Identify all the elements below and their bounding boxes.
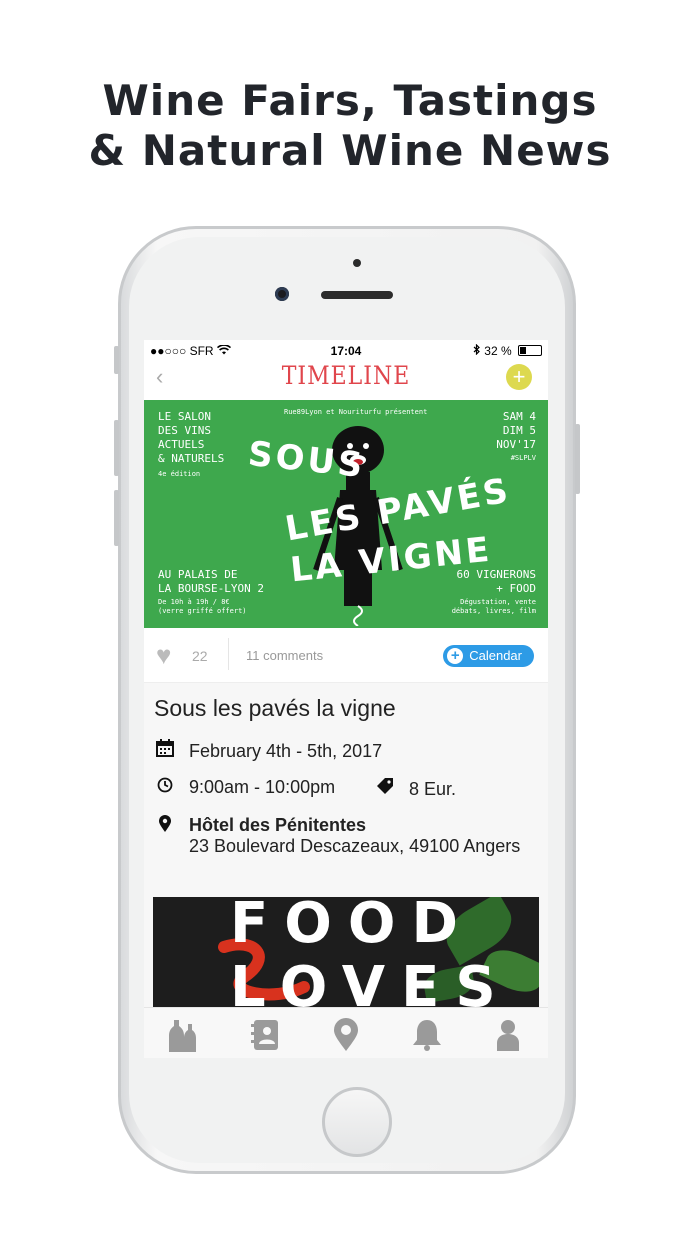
- add-to-calendar-button[interactable]: + Calendar: [443, 645, 534, 667]
- event-date-row: February 4th - 5th, 2017: [154, 739, 382, 762]
- volume-up-button: [114, 420, 119, 476]
- app-screen: ●●○○○ SFR 17:04 32 % ‹ TIMELINE + LE SAL…: [144, 340, 548, 1058]
- next-post-title-line-1: FOOD: [230, 897, 474, 956]
- add-button[interactable]: +: [506, 364, 532, 390]
- event-price: 8 Eur.: [409, 779, 457, 799]
- event-title: Sous les pavés la vigne: [154, 695, 396, 721]
- wine-bottles-icon: [169, 1020, 196, 1052]
- status-bar: ●●○○○ SFR 17:04 32 %: [144, 340, 548, 362]
- poster-presenters: Rue89Lyon et Nouriturfu présentent: [284, 408, 428, 416]
- battery-icon: [518, 345, 542, 356]
- venue-name: Hôtel des Pénitentes: [189, 815, 367, 835]
- home-button[interactable]: [322, 1087, 392, 1157]
- headline-line-1: Wine Fairs, Tastings: [102, 76, 598, 125]
- event-location: Hôtel des Pénitentes 23 Boulevard Descaz…: [189, 815, 520, 857]
- event-date: February 4th - 5th, 2017: [189, 741, 383, 761]
- tab-wines[interactable]: [164, 1018, 204, 1052]
- calendar-icon: [154, 739, 176, 762]
- tab-contacts[interactable]: [245, 1018, 285, 1050]
- volume-down-button: [114, 490, 119, 546]
- image-border-right: [539, 897, 548, 1009]
- tab-bar: [144, 1007, 548, 1058]
- address-book-icon: [251, 1020, 278, 1050]
- map-pin-icon: [334, 1018, 358, 1051]
- poster-activities: Dégustation, vente débats, livres, film: [451, 598, 536, 615]
- tab-notifications[interactable]: [407, 1018, 447, 1051]
- front-camera: [275, 287, 289, 301]
- bell-icon: [413, 1020, 441, 1051]
- headline: Wine Fairs, Tastings & Natural Wine News: [0, 76, 700, 176]
- power-button: [575, 424, 580, 494]
- venue-address: 23 Boulevard Descazeaux, 49100 Angers: [189, 836, 521, 856]
- status-right: 32 %: [473, 343, 542, 358]
- event-poster-image[interactable]: LE SALON DES VINS ACTUELS & NATURELS 4e …: [144, 400, 548, 628]
- poster-hours: De 10h à 19h / 8€ (verre griffé offert): [158, 598, 247, 615]
- nav-bar: ‹ TIMELINE +: [144, 362, 548, 400]
- comments-link[interactable]: 11 comments: [246, 648, 323, 663]
- poster-hashtag: #SLPLV: [510, 454, 536, 462]
- proximity-sensor: [353, 259, 361, 267]
- mute-switch: [114, 346, 119, 374]
- poster-dates: SAM 4 DIM 5 NOV'17: [496, 410, 536, 451]
- event-time-row: 9:00am - 10:00pm: [154, 777, 335, 798]
- headline-line-2: & Natural Wine News: [88, 126, 612, 175]
- event-price-row: 8 Eur.: [374, 777, 456, 800]
- location-pin-icon: [154, 815, 176, 838]
- user-icon: [497, 1020, 519, 1051]
- next-post-image[interactable]: FOOD LOVES: [144, 897, 548, 1009]
- next-post-title-line-2: LOVES: [230, 955, 512, 1009]
- event-time: 9:00am - 10:00pm: [189, 777, 336, 797]
- like-count: 22: [192, 648, 208, 664]
- event-location-row: Hôtel des Pénitentes 23 Boulevard Descaz…: [154, 815, 520, 857]
- actions-divider: [228, 638, 229, 670]
- battery-percent: 32 %: [484, 344, 512, 358]
- poster-salon-text: LE SALON DES VINS ACTUELS & NATURELS: [158, 410, 225, 465]
- tab-profile[interactable]: [488, 1018, 528, 1051]
- plus-circle-icon: +: [447, 648, 464, 664]
- post-actions-bar: ♥ 22 11 comments + Calendar: [144, 628, 548, 683]
- bluetooth-icon: [473, 343, 484, 358]
- heart-icon[interactable]: ♥: [156, 642, 171, 668]
- event-details: Sous les pavés la vigne February 4th - 5…: [144, 683, 548, 897]
- tab-map[interactable]: [326, 1018, 366, 1051]
- clock-icon: [154, 777, 176, 798]
- image-border-left: [144, 897, 153, 1009]
- poster-edition: 4e édition: [158, 470, 201, 478]
- price-tag-icon: [374, 777, 396, 800]
- poster-venue: AU PALAIS DE LA BOURSE-LYON 2: [158, 568, 264, 595]
- poster-vignerons: 60 VIGNERONS + FOOD: [456, 568, 536, 595]
- calendar-button-label: Calendar: [469, 648, 522, 663]
- app-logo: TIMELINE: [281, 362, 411, 391]
- earpiece-speaker: [321, 291, 393, 299]
